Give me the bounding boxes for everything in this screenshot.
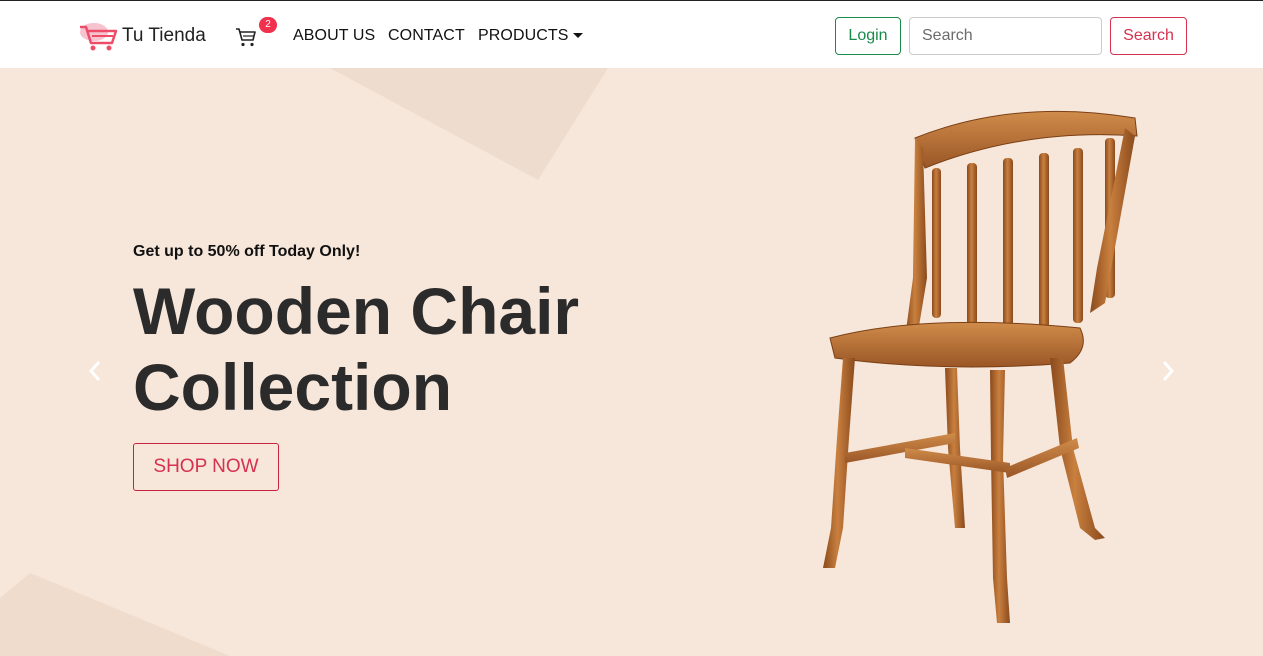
brand-name: Tu Tienda bbox=[122, 25, 206, 46]
nav-contact[interactable]: CONTACT bbox=[388, 25, 465, 47]
shop-now-button[interactable]: SHOP NOW bbox=[133, 443, 279, 491]
shopping-cart-logo-icon bbox=[80, 23, 118, 51]
hero-carousel: Get up to 50% off Today Only! Wooden Cha… bbox=[0, 68, 1263, 656]
cart-count-badge: 2 bbox=[259, 17, 277, 33]
brand-link[interactable]: Tu Tienda bbox=[78, 19, 206, 53]
login-button[interactable]: Login bbox=[835, 17, 901, 55]
promo-text: Get up to 50% off Today Only! bbox=[133, 243, 361, 260]
search-button[interactable]: Search bbox=[1110, 17, 1187, 55]
navbar: Tu Tienda 2 ABOUT US CONTACT PRODUCTS Lo… bbox=[0, 0, 1263, 68]
wooden-chair-image bbox=[823, 110, 1138, 623]
nav-products-dropdown[interactable]: PRODUCTS bbox=[478, 25, 583, 47]
chevron-right-icon[interactable] bbox=[1158, 358, 1178, 384]
chevron-left-icon[interactable] bbox=[85, 358, 105, 384]
nav-about-us[interactable]: ABOUT US bbox=[293, 25, 375, 47]
search-input[interactable] bbox=[909, 17, 1102, 55]
hero-headline: Wooden Chair Collection bbox=[133, 274, 580, 424]
cart-icon[interactable] bbox=[234, 25, 258, 49]
nav-products-label: PRODUCTS bbox=[478, 27, 569, 44]
caret-down-icon bbox=[572, 32, 583, 38]
